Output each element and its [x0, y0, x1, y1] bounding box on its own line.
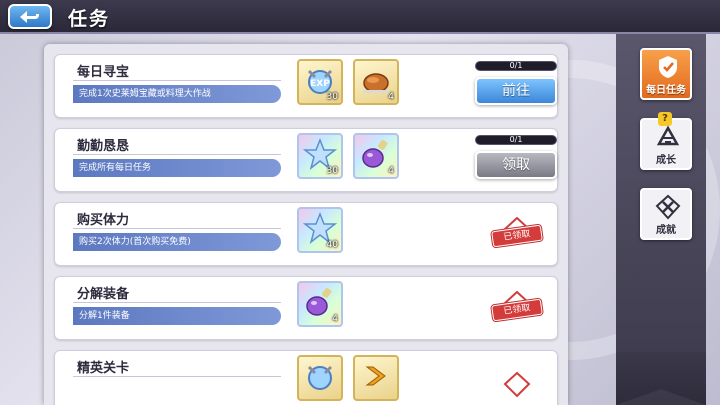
- reward-item[interactable]: 30: [297, 133, 343, 179]
- title-divider: [73, 376, 281, 377]
- tab-growth[interactable]: ? 成长: [640, 112, 692, 170]
- page-title: 任务: [68, 8, 111, 30]
- reward-item[interactable]: 40: [297, 207, 343, 253]
- exp-potion-icon: [307, 365, 333, 390]
- task-description: 分解1件装备: [73, 307, 281, 325]
- daily-mission-icon: [659, 56, 677, 78]
- reward-count: 4: [388, 166, 394, 176]
- reward-item[interactable]: [353, 355, 399, 401]
- top-bar: 任务: [0, 0, 720, 34]
- progress-text: 0/1: [509, 61, 523, 70]
- claimed-stamp: ✓ 已领取: [489, 291, 545, 327]
- task-description: 完成所有每日任务: [73, 159, 281, 177]
- achievement-icon: [655, 194, 681, 220]
- reward-item[interactable]: 4: [353, 59, 399, 105]
- task-row: 精英关卡: [54, 350, 558, 405]
- reward-count: 30: [326, 166, 338, 176]
- task-description: 完成1次史莱姆宝藏或料理大作战: [73, 85, 281, 103]
- task-row: 每日寻宝 完成1次史莱姆宝藏或料理大作战 EXP 30 4 0/1 前往: [54, 54, 558, 118]
- title-divider: [73, 302, 281, 303]
- task-title: 分解装备: [77, 287, 130, 302]
- svg-text:EXP: EXP: [310, 79, 330, 89]
- tab-daily-missions[interactable]: 每日任务: [640, 48, 692, 100]
- back-button[interactable]: [8, 4, 52, 29]
- title-divider: [73, 154, 281, 155]
- go-button[interactable]: 前往: [475, 77, 557, 105]
- reward-item[interactable]: 4: [297, 281, 343, 327]
- task-title: 精英关卡: [77, 361, 130, 376]
- reward-item[interactable]: 4: [353, 133, 399, 179]
- reward-item[interactable]: [297, 355, 343, 401]
- stamp-ornament-icon: [503, 371, 531, 398]
- tab-label: 每日任务: [646, 85, 686, 96]
- back-arrow-icon: [20, 10, 39, 23]
- chevron-item-icon: [365, 366, 386, 386]
- reward-count: 30: [326, 92, 338, 102]
- claim-button[interactable]: 领取: [475, 151, 557, 179]
- task-list[interactable]: 每日寻宝 完成1次史莱姆宝藏或料理大作战 EXP 30 4 0/1 前往 勤勤恳…: [44, 44, 568, 405]
- task-title: 购买体力: [77, 213, 130, 228]
- tab-label: 成就: [656, 225, 676, 236]
- task-row: 分解装备 分解1件装备 4 ✓ 已领取: [54, 276, 558, 340]
- title-divider: [73, 228, 281, 229]
- growth-icon: [656, 125, 680, 146]
- task-description: 购买2次体力(首次购买免费): [73, 233, 281, 251]
- title-divider: [73, 80, 281, 81]
- progress-bar: 0/1: [475, 61, 557, 71]
- claimed-stamp: ✓ 已领取: [489, 217, 545, 253]
- progress-bar: 0/1: [475, 135, 557, 145]
- task-title: 每日寻宝: [77, 65, 130, 80]
- tab-label: 成长: [656, 155, 676, 166]
- task-row: 购买体力 购买2次体力(首次购买免费) 40 ✓ 已领取: [54, 202, 558, 266]
- claimed-stamp: [489, 365, 545, 401]
- task-row: 勤勤恳恳 完成所有每日任务 30 4 0/1 领取: [54, 128, 558, 192]
- reward-item[interactable]: EXP 30: [297, 59, 343, 105]
- reward-count: 4: [388, 92, 394, 102]
- progress-text: 0/1: [509, 135, 523, 144]
- task-title: 勤勤恳恳: [77, 139, 130, 154]
- reward-count: 4: [332, 314, 338, 324]
- tab-achievements[interactable]: 成就: [640, 188, 692, 240]
- reward-count: 40: [326, 240, 338, 250]
